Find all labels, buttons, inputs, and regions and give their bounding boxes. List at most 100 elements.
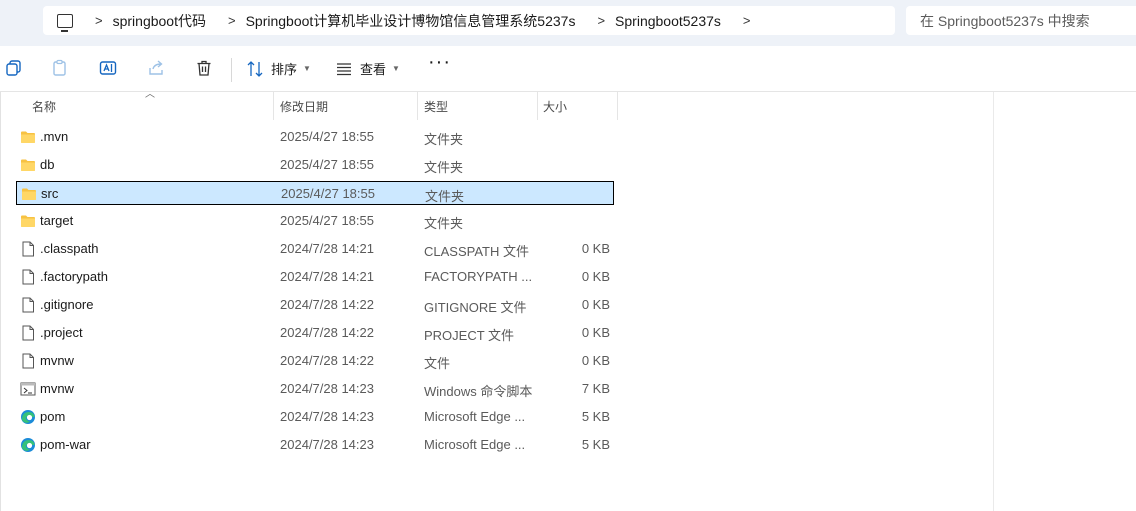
chevron-down-icon: ▼ (392, 64, 400, 73)
file-name: .classpath (40, 241, 99, 256)
chevron-right-icon[interactable]: > (95, 13, 103, 28)
folder-icon (21, 186, 37, 202)
file-row[interactable]: pom 2024/7/28 14:23 Microsoft Edge ... 5 KB (16, 405, 614, 429)
file-type: CLASSPATH 文件 (424, 244, 529, 259)
file-modified-date: 2025/4/27 18:55 (281, 186, 375, 201)
file-name: .gitignore (40, 297, 94, 312)
file-modified-date: 2024/7/28 14:23 (280, 381, 374, 396)
file-modified-date: 2024/7/28 14:23 (280, 437, 374, 452)
address-bar-area: > springboot代码 > Springboot计算机毕业设计博物馆信息管… (0, 0, 1136, 46)
file-icon (20, 353, 36, 369)
file-size: 7 KB (581, 381, 610, 396)
breadcrumb-item[interactable]: springboot代码 (113, 11, 206, 31)
file-type: Windows 命令脚本 (424, 384, 533, 399)
file-type: 文件 (424, 356, 451, 371)
file-name: pom-war (40, 437, 91, 452)
column-header-size[interactable]: 大小 (543, 92, 567, 120)
script-icon (20, 381, 36, 397)
column-separator[interactable] (417, 92, 418, 120)
file-type: 文件夹 (424, 216, 464, 231)
file-row[interactable]: .project 2024/7/28 14:22 PROJECT 文件 0 KB (16, 321, 614, 345)
file-size: 0 KB (581, 325, 610, 340)
file-name: pom (40, 409, 66, 424)
file-modified-date: 2025/4/27 18:55 (280, 129, 374, 144)
edge-icon (20, 437, 36, 453)
file-row[interactable]: mvnw 2024/7/28 14:23 Windows 命令脚本 7 KB (16, 377, 614, 401)
file-size: 5 KB (581, 437, 610, 452)
file-row[interactable]: pom-war 2024/7/28 14:23 Microsoft Edge ...… (16, 433, 614, 457)
file-type: 文件夹 (424, 160, 464, 175)
column-separator[interactable] (273, 92, 274, 120)
file-modified-date: 2024/7/28 14:22 (280, 353, 374, 368)
file-icon (20, 297, 36, 313)
file-modified-date: 2024/7/28 14:23 (280, 409, 374, 424)
folder-icon (20, 157, 36, 173)
file-name: .project (40, 325, 83, 340)
file-name: db (40, 157, 55, 172)
file-name: src (41, 186, 59, 201)
delete-icon[interactable] (195, 59, 213, 77)
file-modified-date: 2024/7/28 14:21 (280, 241, 374, 256)
details-pane-divider (993, 92, 994, 511)
column-header-type[interactable]: 类型 (424, 92, 448, 120)
file-type: 文件夹 (425, 189, 465, 204)
file-row[interactable]: .factorypath 2024/7/28 14:21 FACTORYPATH .… (16, 265, 614, 289)
this-pc-icon[interactable] (57, 13, 73, 32)
file-row[interactable]: db 2025/4/27 18:55 文件夹 (16, 153, 614, 177)
chevron-up-icon: ︿ (145, 89, 155, 100)
file-row[interactable]: target 2025/4/27 18:55 文件夹 (16, 209, 614, 233)
file-row[interactable]: mvnw 2024/7/28 14:22 文件 0 KB (16, 349, 614, 373)
file-type: Microsoft Edge ... (424, 409, 526, 424)
file-row[interactable]: .gitignore 2024/7/28 14:22 GITIGNORE 文件 0 K… (16, 293, 614, 317)
file-icon (20, 241, 36, 257)
file-size: 0 KB (581, 297, 610, 312)
folder-icon (20, 129, 36, 145)
file-type: 文件夹 (424, 132, 464, 147)
sort-icon (247, 60, 263, 77)
file-row[interactable]: .mvn 2025/4/27 18:55 文件夹 (16, 125, 614, 149)
paste-icon[interactable] (51, 59, 69, 77)
file-row[interactable]: src 2025/4/27 18:55 文件夹 (16, 181, 614, 205)
file-modified-date: 2024/7/28 14:22 (280, 297, 374, 312)
view-label: 查看 (360, 62, 387, 77)
breadcrumb-item[interactable]: Springboot计算机毕业设计博物馆信息管理系统5237s (246, 11, 576, 31)
chevron-right-icon[interactable]: > (743, 13, 751, 28)
file-modified-date: 2025/4/27 18:55 (280, 213, 374, 228)
file-name: target (40, 213, 74, 228)
breadcrumb-item[interactable]: Springboot5237s (615, 13, 721, 29)
edge-icon (20, 409, 36, 425)
more-options-button[interactable]: ··· (428, 52, 451, 72)
file-modified-date: 2024/7/28 14:22 (280, 325, 374, 340)
file-icon (20, 269, 36, 285)
sort-button[interactable]: 排序 ▼ (246, 59, 311, 78)
copy-icon[interactable] (5, 59, 23, 77)
folder-icon (20, 213, 36, 229)
file-modified-date: 2025/4/27 18:55 (280, 157, 374, 172)
file-size: 0 KB (581, 353, 610, 368)
file-type: FACTORYPATH ... (424, 269, 533, 284)
toolbar-divider (231, 58, 232, 82)
view-icon (337, 62, 351, 75)
view-button[interactable]: 查看 ▼ (335, 59, 400, 78)
file-type: GITIGNORE 文件 (424, 300, 527, 315)
column-separator[interactable] (537, 92, 538, 120)
file-modified-date: 2024/7/28 14:21 (280, 269, 374, 284)
file-icon (20, 325, 36, 341)
share-icon[interactable] (147, 59, 165, 77)
column-header-date[interactable]: 修改日期 (280, 92, 328, 120)
sort-label: 排序 (271, 62, 298, 77)
file-type: PROJECT 文件 (424, 328, 515, 343)
column-header-name[interactable]: 名称 (32, 92, 56, 120)
rename-icon[interactable] (99, 59, 117, 77)
file-size: 0 KB (581, 269, 610, 284)
file-name: mvnw (40, 381, 74, 396)
file-name: .factorypath (40, 269, 108, 284)
column-separator[interactable] (617, 92, 618, 120)
search-input[interactable]: 在 Springboot5237s 中搜索 (906, 6, 1136, 35)
pane-edge (0, 92, 1, 511)
file-row[interactable]: .classpath 2024/7/28 14:21 CLASSPATH 文件 0 K… (16, 237, 614, 261)
chevron-right-icon[interactable]: > (597, 13, 605, 28)
chevron-right-icon[interactable]: > (228, 13, 236, 28)
file-size: 5 KB (581, 409, 610, 424)
address-bar[interactable]: > springboot代码 > Springboot计算机毕业设计博物馆信息管… (43, 6, 895, 35)
